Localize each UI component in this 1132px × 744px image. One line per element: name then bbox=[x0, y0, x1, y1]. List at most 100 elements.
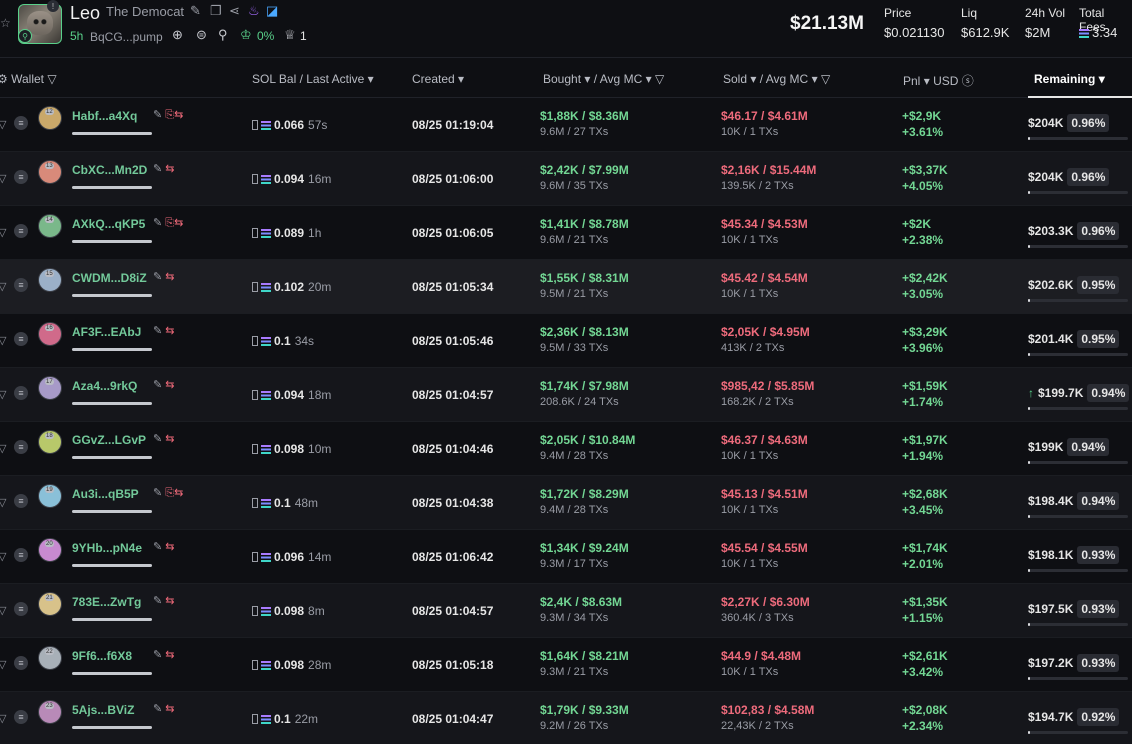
table-row[interactable]: ▽ ≡ 13 CbXC...Mn2D ✎ ⇆ 0.094 16m 08/25 01:06:00… bbox=[0, 152, 1132, 206]
star-icon[interactable]: ☆ bbox=[0, 16, 11, 30]
list-icon[interactable]: ⊜ bbox=[196, 27, 207, 43]
menu-icon[interactable]: ≡ bbox=[14, 224, 28, 238]
filter-icon[interactable]: ▽ bbox=[0, 388, 6, 401]
edit-icon[interactable]: ✎ bbox=[153, 163, 162, 175]
edit-icon[interactable]: ✎ bbox=[153, 271, 162, 283]
filter-icon[interactable]: ▽ bbox=[0, 442, 6, 455]
wallet-avatar[interactable]: 12 bbox=[38, 106, 62, 130]
wallet-actions[interactable]: ✎ ⇆ bbox=[153, 648, 175, 661]
filter-icon[interactable]: ▽ bbox=[0, 334, 6, 347]
wallet-column-header[interactable]: ⚙ Wallet ▽ bbox=[0, 72, 57, 86]
edit-icon[interactable]: ✎ bbox=[153, 541, 162, 553]
table-row[interactable]: ▽ ≡ 19 Au3i...qB5P ✎ ⎘⇆ 0.1 48m 08/25 01:04:38 $… bbox=[0, 476, 1132, 530]
transfer-icon[interactable]: ⇆ bbox=[165, 433, 174, 445]
filter-icon[interactable]: ▽ bbox=[0, 550, 6, 563]
currency-icon[interactable]: ⓢ bbox=[962, 74, 974, 88]
filter-icon[interactable]: ▽ bbox=[821, 72, 830, 86]
filter-icon[interactable]: ▽ bbox=[0, 118, 6, 131]
created-column-header[interactable]: Created ▾ bbox=[412, 72, 464, 86]
transfer-icon[interactable]: ⇆ bbox=[165, 271, 174, 283]
edit-icon[interactable]: ✎ bbox=[153, 649, 162, 661]
wallet-address-link[interactable]: CbXC...Mn2D bbox=[72, 163, 147, 177]
pnl-column-header[interactable]: Pnl ▾ USD ⓢ bbox=[903, 72, 974, 89]
edit-icon[interactable]: ✎ bbox=[190, 3, 201, 19]
wallet-avatar[interactable]: 19 bbox=[38, 484, 62, 508]
copy-icon[interactable]: ❐ bbox=[210, 3, 222, 19]
filter-icon[interactable]: ▽ bbox=[47, 72, 56, 86]
wallet-address-link[interactable]: 783E...ZwTg bbox=[72, 595, 141, 609]
table-row[interactable]: ▽ ≡ 14 AXkQ...qKP5 ✎ ⎘⇆ 0.089 1h 08/25 01:06:05… bbox=[0, 206, 1132, 260]
edit-icon[interactable]: ✎ bbox=[153, 217, 162, 229]
menu-icon[interactable]: ≡ bbox=[14, 278, 28, 292]
wallet-address-link[interactable]: Aza4...9rkQ bbox=[72, 379, 137, 393]
token-address[interactable]: BqCG...pump bbox=[90, 30, 163, 44]
table-row[interactable]: ▽ ≡ 15 CWDM...D8iZ ✎ ⇆ 0.102 20m 08/25 01:05:34… bbox=[0, 260, 1132, 314]
wallet-actions[interactable]: ✎ ⇆ bbox=[153, 324, 175, 337]
menu-icon[interactable]: ≡ bbox=[14, 332, 28, 346]
filter-icon[interactable]: ▽ bbox=[0, 496, 6, 509]
wallet-address-link[interactable]: 5Ajs...BViZ bbox=[72, 703, 134, 717]
edit-icon[interactable]: ✎ bbox=[153, 379, 162, 391]
table-row[interactable]: ▽ ≡ 23 5Ajs...BViZ ✎ ⇆ 0.1 22m 08/25 01:04:47 $1… bbox=[0, 692, 1132, 744]
menu-icon[interactable]: ≡ bbox=[14, 548, 28, 562]
link-icon[interactable]: ⚲ bbox=[18, 29, 32, 43]
wallet-address-link[interactable]: Habf...a4Xq bbox=[72, 109, 137, 123]
wallet-avatar[interactable]: 21 bbox=[38, 592, 62, 616]
wallet-avatar[interactable]: 23 bbox=[38, 700, 62, 724]
transfer-icon[interactable]: ⇆ bbox=[165, 325, 174, 337]
filter-icon[interactable]: ▽ bbox=[655, 72, 664, 86]
transfer-icon[interactable]: ⇆ bbox=[165, 703, 174, 715]
info-icon[interactable]: ! bbox=[47, 0, 59, 12]
solbal-column-header[interactable]: SOL Bal / Last Active ▾ bbox=[252, 72, 374, 86]
wallet-actions[interactable]: ✎ ⇆ bbox=[153, 270, 175, 283]
table-row[interactable]: ▽ ≡ 16 AF3F...EAbJ ✎ ⇆ 0.1 34s 08/25 01:05:46 $2… bbox=[0, 314, 1132, 368]
table-row[interactable]: ▽ ≡ 18 GGvZ...LGvP ✎ ⇆ 0.098 10m 08/25 01:04:46… bbox=[0, 422, 1132, 476]
remaining-column-header[interactable]: Remaining ▾ bbox=[1034, 72, 1105, 86]
globe-icon[interactable]: ⊕ bbox=[172, 27, 183, 43]
wallet-avatar[interactable]: 13 bbox=[38, 160, 62, 184]
wallet-avatar[interactable]: 14 bbox=[38, 214, 62, 238]
menu-icon[interactable]: ≡ bbox=[14, 710, 28, 724]
filter-icon[interactable]: ▽ bbox=[0, 604, 6, 617]
wallet-actions[interactable]: ✎ ⎘⇆ bbox=[153, 486, 183, 500]
edit-icon[interactable]: ✎ bbox=[153, 433, 162, 445]
wallet-actions[interactable]: ✎ ⇆ bbox=[153, 702, 175, 715]
wallet-address-link[interactable]: CWDM...D8iZ bbox=[72, 271, 147, 285]
wallet-actions[interactable]: ✎ ⎘⇆ bbox=[153, 216, 183, 230]
filter-icon[interactable]: ▽ bbox=[0, 226, 6, 239]
wallet-avatar[interactable]: 22 bbox=[38, 646, 62, 670]
wallet-address-link[interactable]: AF3F...EAbJ bbox=[72, 325, 141, 339]
table-row[interactable]: ▽ ≡ 17 Aza4...9rkQ ✎ ⇆ 0.094 18m 08/25 01:04:57… bbox=[0, 368, 1132, 422]
table-row[interactable]: ▽ ≡ 12 Habf...a4Xq ✎ ⎘⇆ 0.066 57s 08/25 01:19:0… bbox=[0, 98, 1132, 152]
menu-icon[interactable]: ≡ bbox=[14, 440, 28, 454]
filter-icon[interactable]: ▽ bbox=[0, 172, 6, 185]
wallet-avatar[interactable]: 20 bbox=[38, 538, 62, 562]
transfer-icon[interactable]: ⇆ bbox=[165, 649, 174, 661]
wallet-actions[interactable]: ✎ ⎘⇆ bbox=[153, 108, 183, 122]
edit-icon[interactable]: ✎ bbox=[153, 109, 162, 121]
wallet-actions[interactable]: ✎ ⇆ bbox=[153, 432, 175, 445]
wallet-actions[interactable]: ✎ ⇆ bbox=[153, 594, 175, 607]
filter-icon[interactable]: ▽ bbox=[0, 712, 6, 725]
wallet-address-link[interactable]: AXkQ...qKP5 bbox=[72, 217, 145, 231]
share-icon[interactable]: ⋖ bbox=[229, 3, 240, 19]
menu-icon[interactable]: ≡ bbox=[14, 116, 28, 130]
transfer-icon[interactable]: ⇆ bbox=[165, 163, 174, 175]
filter-icon[interactable]: ▽ bbox=[0, 280, 6, 293]
menu-icon[interactable]: ≡ bbox=[14, 656, 28, 670]
usd-toggle[interactable]: USD bbox=[933, 74, 958, 88]
wallet-avatar[interactable]: 18 bbox=[38, 430, 62, 454]
transfer-icon[interactable]: ⎘⇆ bbox=[165, 487, 183, 499]
filter-icon[interactable]: ▽ bbox=[0, 658, 6, 671]
wallet-actions[interactable]: ✎ ⇆ bbox=[153, 378, 175, 391]
transfer-icon[interactable]: ⎘⇆ bbox=[165, 109, 183, 121]
search-icon[interactable]: ⚲ bbox=[218, 27, 228, 43]
transfer-icon[interactable]: ⎘⇆ bbox=[165, 217, 183, 229]
table-row[interactable]: ▽ ≡ 20 9YHb...pN4e ✎ ⇆ 0.096 14m 08/25 01:06:42… bbox=[0, 530, 1132, 584]
table-row[interactable]: ▽ ≡ 22 9Ff6...f6X8 ✎ ⇆ 0.098 28m 08/25 01:05:18… bbox=[0, 638, 1132, 692]
wallet-actions[interactable]: ✎ ⇆ bbox=[153, 540, 175, 553]
wallet-address-link[interactable]: 9YHb...pN4e bbox=[72, 541, 142, 555]
wallet-avatar[interactable]: 15 bbox=[38, 268, 62, 292]
menu-icon[interactable]: ≡ bbox=[14, 386, 28, 400]
menu-icon[interactable]: ≡ bbox=[14, 494, 28, 508]
